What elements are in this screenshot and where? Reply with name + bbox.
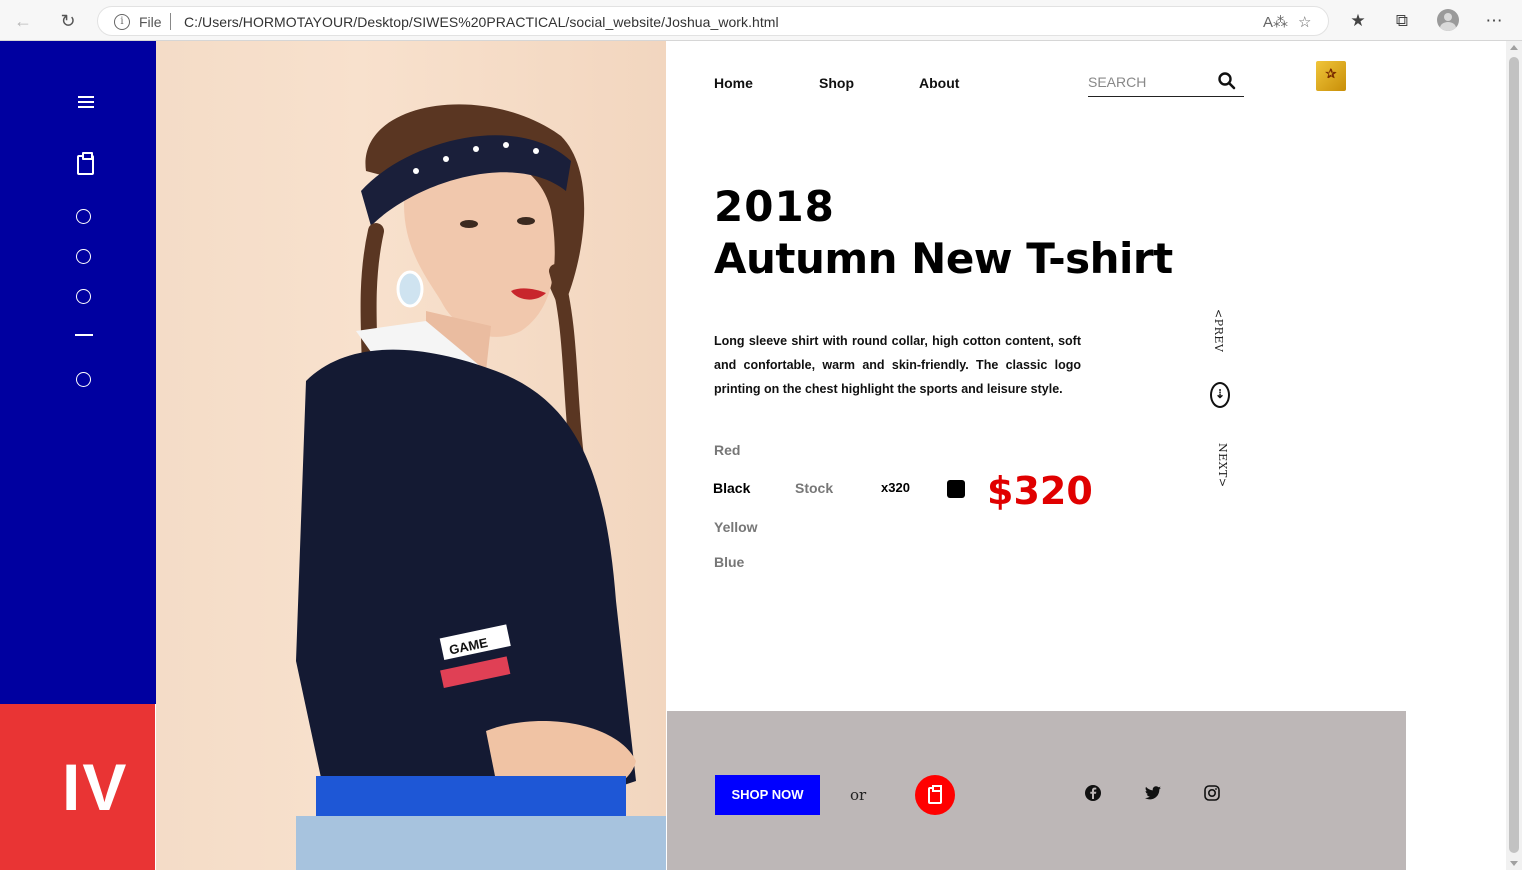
dash-icon [75, 334, 93, 336]
search-icon[interactable] [1217, 71, 1237, 91]
circle-icon[interactable] [76, 289, 91, 304]
sidebar [0, 41, 156, 704]
or-label: or [850, 786, 867, 804]
address-separator [170, 13, 171, 30]
reload-button[interactable]: ↻ [55, 8, 81, 34]
brand-logo-icon[interactable]: ✰ [1316, 61, 1346, 91]
product-title: 2018 Autumn New T-shirt [714, 181, 1173, 285]
action-footer: SHOP NOW or [667, 711, 1406, 870]
scrollbar-thumb[interactable] [1509, 57, 1519, 853]
file-label: File [139, 14, 162, 30]
color-option-red[interactable]: Red [714, 442, 740, 458]
product-name: Autumn New T-shirt [714, 234, 1173, 283]
circle-icon[interactable] [76, 249, 91, 264]
address-bar[interactable]: i File C:/Users/HORMOTAYOUR/Desktop/SIWE… [97, 6, 1329, 36]
product-description: Long sleeve shirt with round collar, hig… [714, 334, 1081, 396]
stock-label: Stock [795, 480, 834, 496]
facebook-icon[interactable] [1084, 784, 1102, 802]
product-year: 2018 [714, 182, 835, 231]
add-favorite-icon[interactable]: ☆ [1298, 13, 1311, 31]
menu-icon[interactable] [78, 96, 94, 111]
profile-avatar[interactable] [1437, 9, 1459, 31]
search-input[interactable] [1088, 71, 1213, 93]
nav-shop[interactable]: Shop [819, 75, 854, 91]
instagram-icon[interactable] [1203, 784, 1221, 802]
clipboard-icon[interactable] [77, 152, 94, 175]
collections-icon[interactable]: ⧉ [1391, 10, 1413, 32]
twitter-icon[interactable] [1144, 784, 1162, 802]
brand-block: IV [0, 704, 155, 870]
back-button[interactable]: ← [10, 8, 36, 34]
color-option-blue[interactable]: Blue [714, 554, 744, 570]
color-option-black[interactable]: Black [713, 480, 750, 496]
scroll-down-arrow[interactable] [1510, 861, 1518, 866]
url-text[interactable]: C:/Users/HORMOTAYOUR/Desktop/SIWES%20PRA… [184, 14, 779, 30]
search-box [1088, 71, 1244, 97]
prev-link[interactable]: <PREV [1212, 309, 1225, 352]
page: IV GAME Home Shop About SEARCH ✰ 2018 Au… [0, 41, 1506, 870]
next-link[interactable]: NEXT> [1216, 443, 1229, 488]
shop-now-button[interactable]: SHOP NOW [715, 775, 820, 815]
stock-count: x320 [881, 480, 910, 495]
read-aloud-icon[interactable]: A⁂ [1263, 13, 1288, 31]
more-icon[interactable]: ⋯ [1483, 10, 1505, 32]
browser-toolbar: ← ↻ i File C:/Users/HORMOTAYOUR/Desktop/… [0, 0, 1522, 41]
favorites-icon[interactable]: ★ [1347, 10, 1369, 32]
scroll-down-icon[interactable]: ⇣ [1210, 382, 1230, 408]
page-scrollbar[interactable] [1506, 41, 1522, 870]
circle-icon[interactable] [76, 209, 91, 224]
nav-home[interactable]: Home [714, 75, 753, 91]
color-swatch [947, 480, 965, 498]
model-photo: GAME [156, 41, 666, 870]
circle-icon[interactable] [76, 372, 91, 387]
clipboard-icon [928, 785, 942, 804]
info-icon[interactable]: i [114, 14, 130, 30]
brand-logo-text: IV [62, 750, 129, 824]
color-option-yellow[interactable]: Yellow [714, 519, 758, 535]
product-price: $320 [987, 469, 1093, 513]
nav-about[interactable]: About [919, 75, 959, 91]
cart-button[interactable] [915, 775, 955, 815]
scroll-up-arrow[interactable] [1510, 45, 1518, 50]
